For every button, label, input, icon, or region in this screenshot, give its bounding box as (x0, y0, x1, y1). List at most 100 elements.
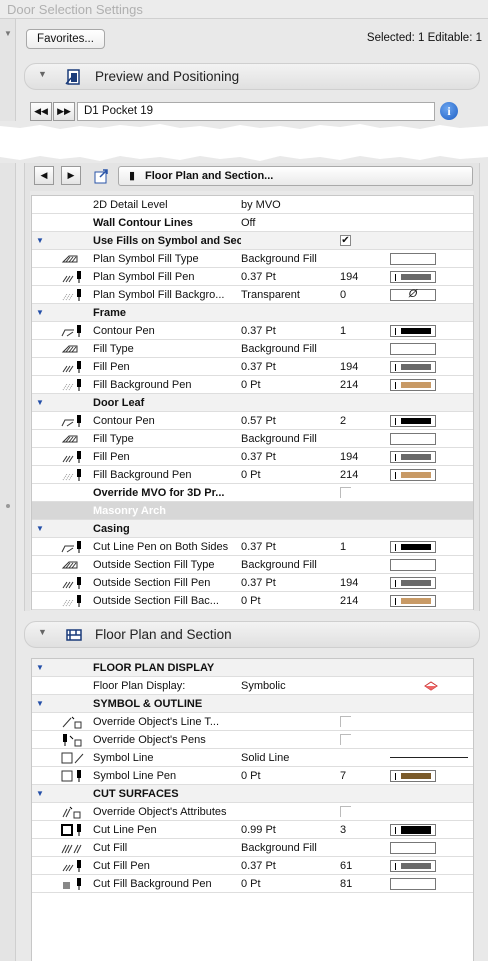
pen-color-swatch[interactable] (390, 878, 436, 890)
parameter-row[interactable]: Override MVO for 3D Pr... (32, 484, 473, 502)
parameter-value[interactable]: 0 Pt (241, 379, 261, 391)
parameter-value[interactable]: Background Fill (241, 842, 317, 854)
group-row[interactable]: ▼ CUT SURFACES (32, 785, 473, 803)
parameter-row[interactable]: Plan Symbol Fill Pen 0.37 Pt 194 (32, 268, 473, 286)
parameter-row[interactable]: Cut Line Pen on Both Sides 0.37 Pt 1 (32, 538, 473, 556)
floor-plan-display-icon[interactable] (424, 681, 438, 691)
info-icon[interactable]: i (440, 102, 458, 120)
parameter-row[interactable]: Override Object's Line T... (32, 713, 473, 731)
pen-number[interactable]: 194 (340, 577, 358, 589)
page-selector[interactable]: ▮ Floor Plan and Section... (118, 166, 473, 186)
pen-color-swatch[interactable] (390, 842, 436, 854)
pen-color-swatch[interactable] (390, 860, 436, 872)
parameter-row[interactable]: Cut Fill Background Pen 0 Pt 81 (32, 875, 473, 893)
group-row[interactable]: ▼ Use Fills on Symbol and Section ✔ (32, 232, 473, 250)
expand-triangle-icon[interactable]: ▼ (36, 398, 44, 407)
parameter-value[interactable]: 0.37 Pt (241, 860, 276, 872)
group-row[interactable]: ▼ SYMBOL & OUTLINE (32, 695, 473, 713)
parameter-value[interactable]: Background Fill (241, 253, 317, 265)
parameter-row[interactable]: Symbol Line Pen 0 Pt 7 (32, 767, 473, 785)
parameter-value[interactable]: Transparent (241, 289, 300, 301)
parameter-value[interactable]: Background Fill (241, 343, 317, 355)
pen-number[interactable]: 194 (340, 271, 358, 283)
pen-color-swatch[interactable] (390, 824, 436, 836)
pen-number[interactable]: 214 (340, 379, 358, 391)
pen-color-swatch[interactable] (390, 469, 436, 481)
parameter-row[interactable]: Cut Fill Pen 0.37 Pt 61 (32, 857, 473, 875)
export-settings-icon[interactable] (93, 167, 111, 185)
pen-color-swatch[interactable] (390, 253, 436, 265)
pen-color-swatch[interactable] (390, 451, 436, 463)
parameter-value[interactable]: Background Fill (241, 559, 317, 571)
parameter-row[interactable]: Fill Type Background Fill (32, 340, 473, 358)
parameter-value[interactable]: 0.37 Pt (241, 325, 276, 337)
parameter-row[interactable]: Fill Pen 0.37 Pt 194 (32, 358, 473, 376)
pen-color-swatch[interactable] (390, 343, 436, 355)
group-row[interactable]: ▼ Door Leaf (32, 394, 473, 412)
panel-disclosure-icon[interactable]: ▼ (38, 627, 47, 637)
pen-color-swatch[interactable]: Ø (390, 288, 436, 301)
pen-color-swatch[interactable] (390, 541, 436, 553)
checkbox[interactable] (340, 487, 351, 498)
parameter-value[interactable]: 0.37 Pt (241, 361, 276, 373)
parameter-value[interactable]: 0 Pt (241, 595, 261, 607)
pen-color-swatch[interactable] (390, 559, 436, 571)
parameter-row[interactable]: Override Object's Attributes (32, 803, 473, 821)
group-row[interactable]: ▼ Casing (32, 520, 473, 538)
parameter-value[interactable]: 0.37 Pt (241, 541, 276, 553)
parameter-row[interactable]: Wall Contour Lines Off (32, 214, 473, 232)
pen-number[interactable]: 0 (340, 289, 346, 301)
pen-number[interactable]: 61 (340, 860, 352, 872)
next-door-button[interactable]: ▶▶ (53, 102, 75, 121)
pen-color-swatch[interactable] (390, 415, 436, 427)
expand-triangle-icon[interactable]: ▼ (36, 236, 44, 245)
parameter-value[interactable]: Off (241, 217, 255, 229)
pen-color-swatch[interactable] (390, 770, 436, 782)
group-row[interactable]: ▼ Frame (32, 304, 473, 322)
parameter-row[interactable]: Plan Symbol Fill Type Background Fill (32, 250, 473, 268)
expand-triangle-icon[interactable]: ▼ (36, 699, 44, 708)
parameter-row[interactable]: Outside Section Fill Type Background Fill (32, 556, 473, 574)
parameter-value[interactable]: 0 Pt (241, 469, 261, 481)
pen-number[interactable]: 1 (340, 541, 346, 553)
parameter-row[interactable]: Contour Pen 0.57 Pt 2 (32, 412, 473, 430)
parameter-value[interactable]: 0.37 Pt (241, 451, 276, 463)
pen-color-swatch[interactable] (390, 325, 436, 337)
parameter-value[interactable]: by MVO (241, 199, 281, 211)
parameter-row[interactable]: Outside Section Fill Bac... 0 Pt 214 (32, 592, 473, 610)
parameter-row[interactable]: Fill Background Pen 0 Pt 214 (32, 466, 473, 484)
parameter-row[interactable]: Cut Fill Background Fill (32, 839, 473, 857)
collapse-triangle-icon[interactable]: ▼ (4, 29, 12, 38)
group-row[interactable]: ▼ FLOOR PLAN DISPLAY (32, 659, 473, 677)
pen-number[interactable]: 7 (340, 770, 346, 782)
next-page-button[interactable]: ▶ (61, 166, 81, 185)
expand-triangle-icon[interactable]: ▼ (36, 789, 44, 798)
checkbox[interactable]: ✔ (340, 235, 351, 246)
pen-number[interactable]: 194 (340, 451, 358, 463)
pen-color-swatch[interactable] (390, 577, 436, 589)
pen-color-swatch[interactable] (390, 379, 436, 391)
parameter-row[interactable]: 2D Detail Level by MVO (32, 196, 473, 214)
parameter-row[interactable]: Outside Section Fill Pen 0.37 Pt 194 (32, 574, 473, 592)
parameter-value[interactable]: Symbolic (241, 680, 286, 692)
parameter-value[interactable]: 0 Pt (241, 770, 261, 782)
pen-number[interactable]: 214 (340, 469, 358, 481)
parameter-row[interactable]: Symbol Line Solid Line (32, 749, 473, 767)
parameter-row[interactable]: Fill Pen 0.37 Pt 194 (32, 448, 473, 466)
pen-color-swatch[interactable] (390, 595, 436, 607)
parameter-value[interactable]: 0.37 Pt (241, 271, 276, 283)
preview-panel-header[interactable]: ▼ Preview and Positioning (24, 63, 480, 90)
checkbox[interactable] (340, 734, 351, 745)
parameter-value[interactable]: Background Fill (241, 433, 317, 445)
parameter-row[interactable]: Override Object's Pens (32, 731, 473, 749)
pen-number[interactable]: 214 (340, 595, 358, 607)
pen-number[interactable]: 81 (340, 878, 352, 890)
parameter-value[interactable]: 0.57 Pt (241, 415, 276, 427)
previous-door-button[interactable]: ◀◀ (30, 102, 52, 121)
pen-color-swatch[interactable] (390, 433, 436, 445)
expand-triangle-icon[interactable]: ▼ (36, 308, 44, 317)
parameter-row[interactable]: Cut Line Pen 0.99 Pt 3 (32, 821, 473, 839)
door-name-field[interactable]: D1 Pocket 19 (77, 102, 435, 121)
pen-color-swatch[interactable] (390, 361, 436, 373)
parameter-row[interactable]: Fill Type Background Fill (32, 430, 473, 448)
